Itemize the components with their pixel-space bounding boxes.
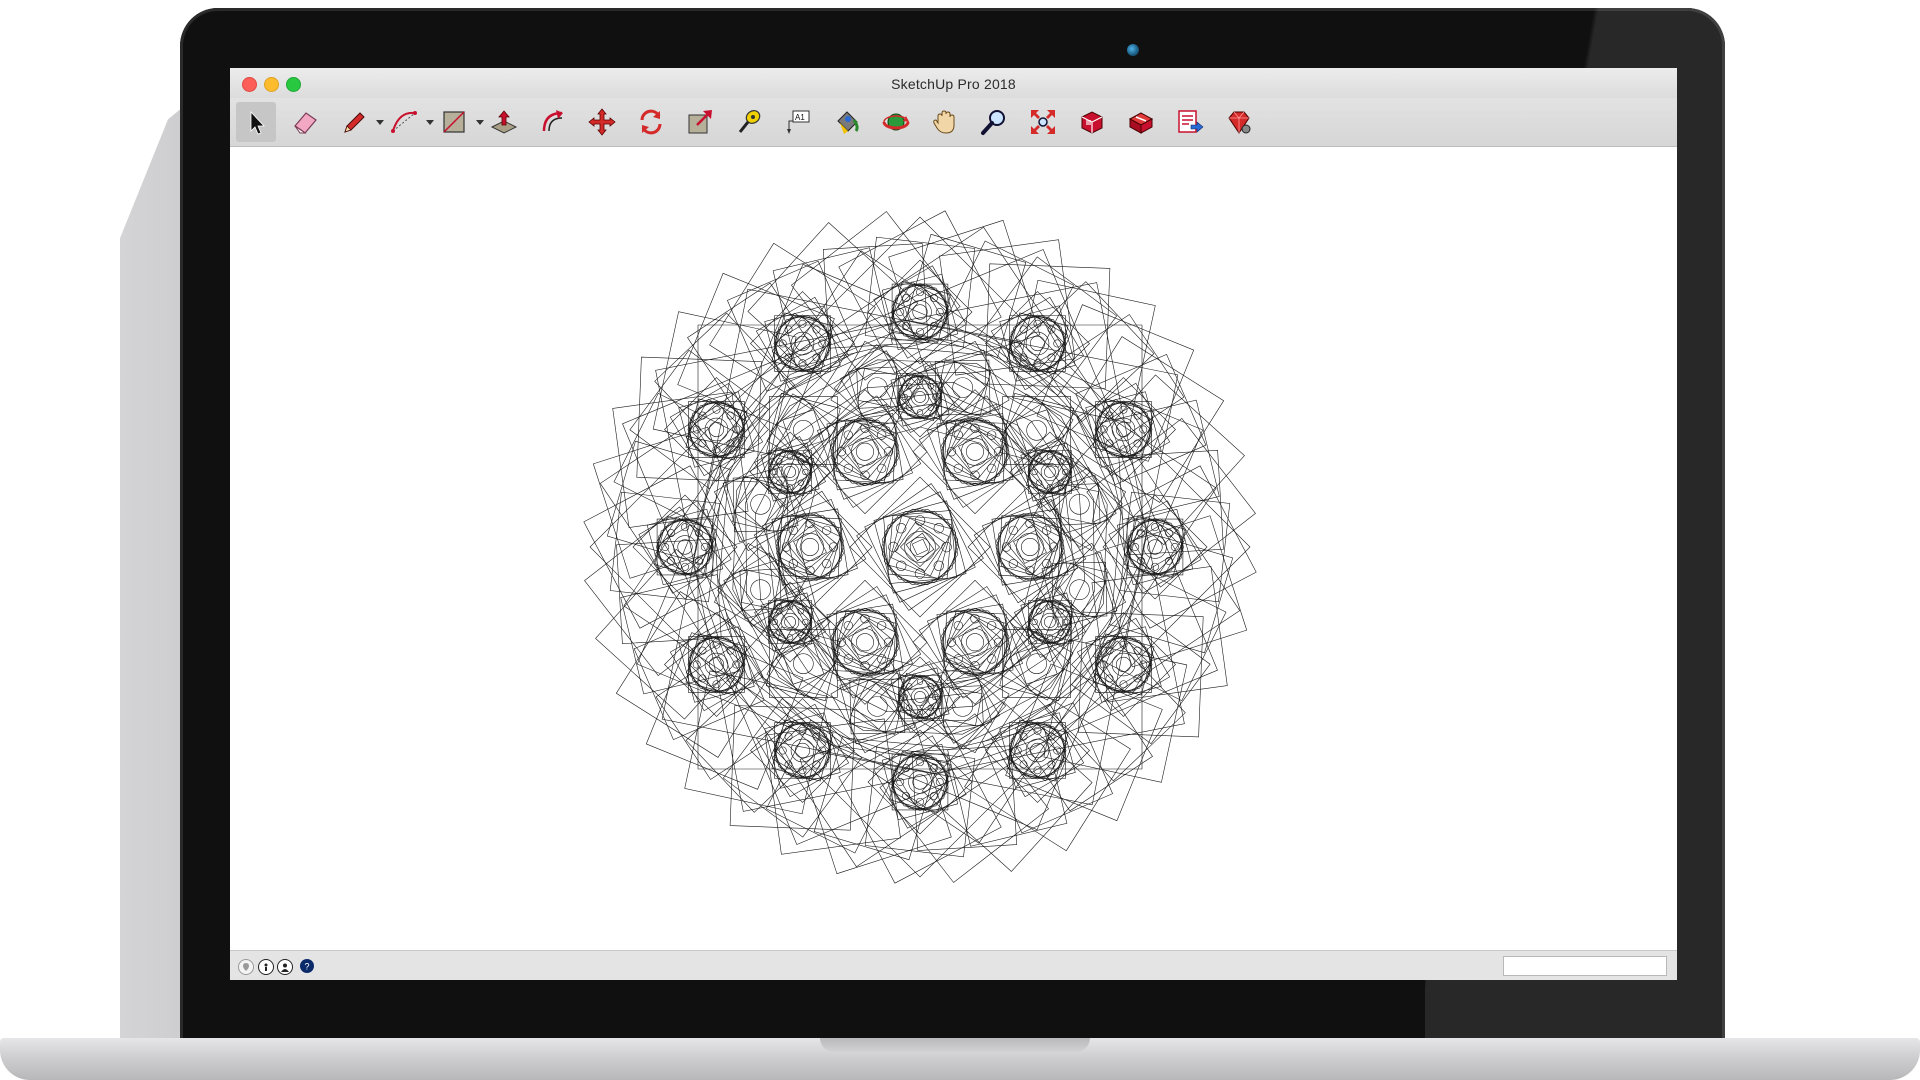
measurements-input[interactable] <box>1503 956 1667 976</box>
move-arrows-icon <box>588 108 616 136</box>
rotate-tool[interactable] <box>631 102 671 142</box>
eraser-icon <box>294 112 317 134</box>
rotate-icon <box>640 109 662 135</box>
zoom-extents-icon <box>1031 110 1055 134</box>
offset-icon <box>542 110 563 132</box>
credits-icon[interactable] <box>258 959 274 975</box>
orbit-tool[interactable] <box>876 102 916 142</box>
push-pull-icon <box>490 110 518 134</box>
help-icon[interactable]: ? <box>300 959 314 973</box>
push-pull-tool[interactable] <box>484 102 524 142</box>
text-label-icon: A1 <box>787 110 810 134</box>
tape-measure-tool[interactable] <box>729 102 769 142</box>
laptop-base-notch <box>820 1038 1090 1052</box>
pan-tool[interactable] <box>925 102 965 142</box>
window-title: SketchUp Pro 2018 <box>891 76 1016 92</box>
pencil-icon <box>344 112 365 133</box>
laptop-base <box>0 1038 1920 1080</box>
arrow-cursor-icon <box>250 110 265 135</box>
rectangle-tool-dropdown-caret[interactable] <box>476 120 484 125</box>
zoom-extents-tool[interactable] <box>1023 102 1063 142</box>
hand-icon <box>933 110 955 134</box>
rectangle-icon <box>443 111 465 133</box>
arc-tool-dropdown-caret[interactable] <box>426 120 434 125</box>
paint-bucket-icon <box>837 111 859 134</box>
magnifier-icon <box>981 110 1005 135</box>
geo-location-icon[interactable] <box>238 959 254 975</box>
webcam <box>1127 44 1139 56</box>
fractal-mandala-drawing <box>583 210 1257 884</box>
svg-text:?: ? <box>305 962 310 972</box>
offset-tool[interactable] <box>533 102 573 142</box>
send-to-layout-tool[interactable] <box>1170 102 1210 142</box>
ruby-gem-icon <box>1228 111 1251 134</box>
text-tool[interactable]: A1 <box>778 102 818 142</box>
extension-manager-tool[interactable] <box>1219 102 1259 142</box>
orbit-icon <box>882 113 910 131</box>
line-tool-dropdown-caret[interactable] <box>376 120 384 125</box>
user-icon[interactable] <box>277 959 293 975</box>
status-bar: ? <box>230 950 1677 980</box>
warehouse-icon <box>1081 111 1103 134</box>
scale-tool[interactable] <box>680 102 720 142</box>
sketchup-window: SketchUp Pro 2018 A1 ? <box>230 68 1677 980</box>
zoom-tool[interactable] <box>974 102 1014 142</box>
tape-measure-icon <box>738 110 761 133</box>
scale-icon <box>688 110 712 134</box>
eraser-tool[interactable] <box>285 102 325 142</box>
3d-warehouse-tool[interactable] <box>1072 102 1112 142</box>
rectangle-tool[interactable] <box>434 102 474 142</box>
extension-warehouse-tool[interactable] <box>1121 102 1161 142</box>
arc-tool[interactable] <box>384 102 424 142</box>
drawing-canvas[interactable] <box>230 147 1677 950</box>
layout-send-icon <box>1178 110 1204 133</box>
move-tool[interactable] <box>582 102 622 142</box>
large-tool-set-toolbar: A1 <box>230 98 1677 147</box>
extension-warehouse-icon <box>1128 112 1154 134</box>
arc-icon <box>391 111 417 133</box>
text-tool-label: A1 <box>795 113 805 122</box>
title-bar: SketchUp Pro 2018 <box>230 68 1677 99</box>
select-tool[interactable] <box>236 102 276 142</box>
line-tool[interactable] <box>334 102 374 142</box>
paint-bucket-tool[interactable] <box>827 102 867 142</box>
